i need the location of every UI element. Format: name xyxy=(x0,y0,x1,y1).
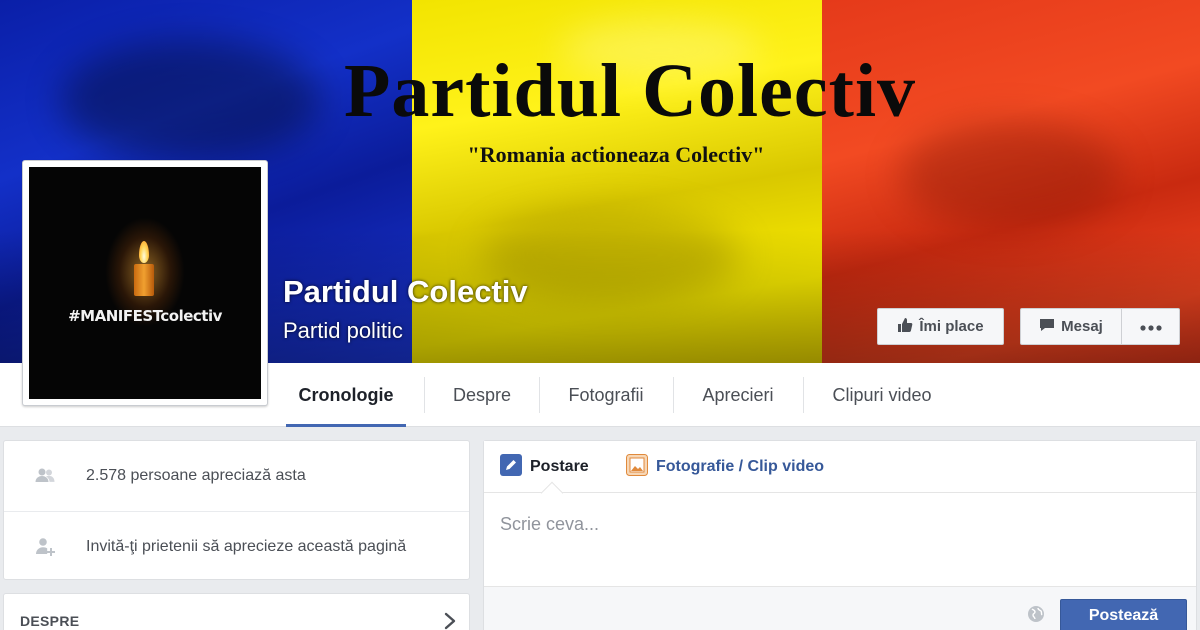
profile-hashtag: #MANIFESTcolectiv xyxy=(68,307,222,325)
composer-text-input[interactable]: Scrie ceva... xyxy=(484,494,1196,586)
candle-flame-icon xyxy=(139,241,149,263)
profile-picture-frame[interactable]: #MANIFESTcolectiv xyxy=(22,160,268,406)
message-button[interactable]: Mesaj xyxy=(1020,308,1122,345)
candle-icon xyxy=(134,264,154,296)
cloth-fold xyxy=(900,120,1120,230)
globe-icon[interactable] xyxy=(1027,605,1045,623)
more-button[interactable] xyxy=(1121,308,1180,345)
about-card[interactable]: DESPRE xyxy=(3,593,470,630)
cover-title: Partidul Colectiv xyxy=(343,49,917,133)
tab-clipuri-video[interactable]: Clipuri video xyxy=(818,363,946,427)
composer-footer: Postează xyxy=(484,586,1196,630)
photo-icon xyxy=(626,453,648,481)
pencil-icon xyxy=(500,453,522,481)
people-icon xyxy=(34,465,56,487)
composer-tabs: Postare Fotografie / Clip video xyxy=(484,441,1196,505)
invite-friends-row[interactable]: Invită-ţi prietenii să aprecieze această… xyxy=(4,512,469,582)
tab-divider xyxy=(539,377,540,413)
composer-tab-photo-label: Fotografie / Clip video xyxy=(656,458,825,475)
composer-tab-post-label: Postare xyxy=(530,458,589,475)
composer-placeholder: Scrie ceva... xyxy=(500,514,600,534)
page-category[interactable]: Partid politic xyxy=(283,318,403,344)
composer-tab-post[interactable]: Postare xyxy=(500,441,589,493)
add-person-icon xyxy=(34,536,56,558)
tab-divider xyxy=(673,377,674,413)
tab-aprecieri[interactable]: Aprecieri xyxy=(688,363,788,427)
page-title[interactable]: Partidul Colectiv xyxy=(283,274,528,310)
profile-picture: #MANIFESTcolectiv xyxy=(29,167,261,399)
message-button-label: Mesaj xyxy=(1061,318,1103,335)
more-dots-icon xyxy=(1139,318,1162,335)
tab-cronologie[interactable]: Cronologie xyxy=(286,363,406,427)
post-button[interactable]: Postează xyxy=(1060,599,1187,630)
tab-despre[interactable]: Despre xyxy=(440,363,524,427)
composer-tab-photo-video[interactable]: Fotografie / Clip video xyxy=(626,441,824,493)
facebook-page: Partidul Colectiv "Romania actioneaza Co… xyxy=(0,0,1200,630)
chevron-right-icon xyxy=(440,611,460,630)
tab-divider xyxy=(803,377,804,413)
message-icon xyxy=(1039,317,1055,337)
likes-count-row[interactable]: 2.578 persoane apreciază asta xyxy=(4,441,469,511)
tab-fotografii[interactable]: Fotografii xyxy=(554,363,658,427)
likes-count-text: 2.578 persoane apreciază asta xyxy=(86,467,306,484)
about-section-title: DESPRE xyxy=(20,613,80,629)
likes-card: 2.578 persoane apreciază asta Invită-ţi … xyxy=(3,440,470,580)
invite-friends-text: Invită-ţi prietenii să aprecieze această… xyxy=(86,538,407,555)
thumbs-up-icon xyxy=(897,317,913,337)
post-composer: Postare Fotografie / Clip video Scrie ce… xyxy=(483,440,1197,630)
like-button[interactable]: Îmi place xyxy=(877,308,1004,345)
like-button-label: Îmi place xyxy=(919,318,984,335)
tab-divider xyxy=(424,377,425,413)
